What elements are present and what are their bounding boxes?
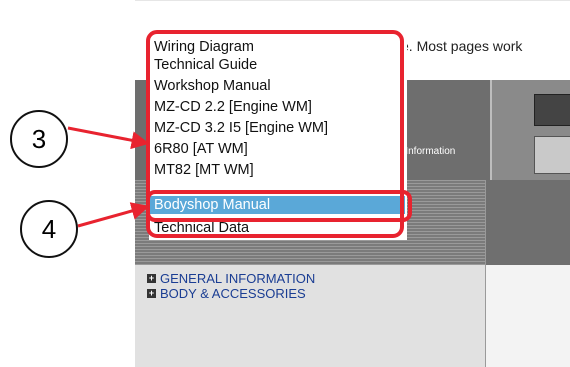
arrow-3 — [67, 126, 150, 150]
callout-4: 4 — [20, 200, 78, 258]
annotation-arrows — [67, 126, 150, 228]
callout-3: 3 — [10, 110, 68, 168]
arrow-4 — [77, 202, 150, 228]
